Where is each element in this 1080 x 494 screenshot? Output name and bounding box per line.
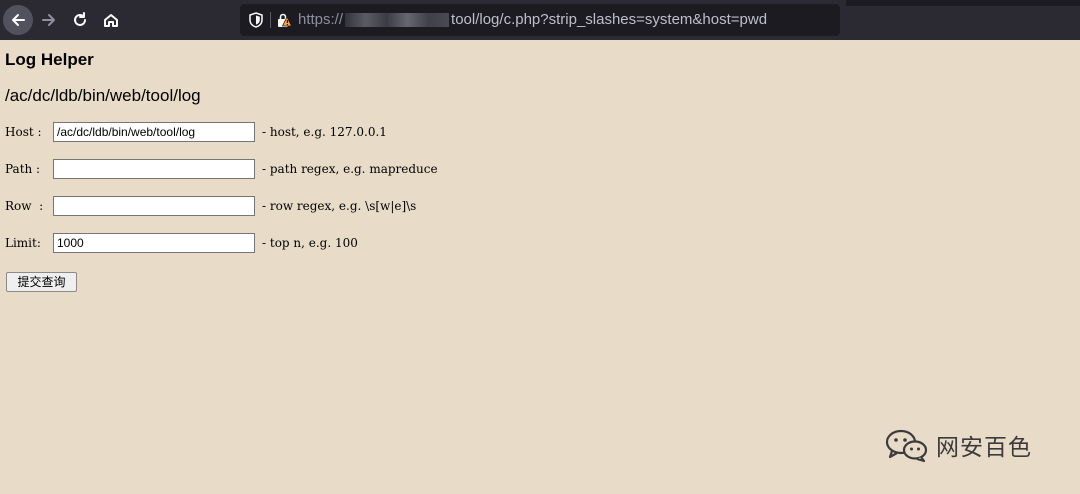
home-icon	[104, 14, 118, 27]
limit-hint: - top n, e.g. 100	[262, 236, 358, 250]
path-label: Path :	[5, 162, 41, 176]
host-input[interactable]	[53, 122, 255, 142]
arrow-right-icon	[42, 14, 55, 26]
url-scheme: https://	[298, 11, 344, 28]
toolbar-overflow-strip	[846, 0, 1080, 6]
address-bar[interactable]: https:// tool/log/c.php?strip_slashes=sys…	[240, 4, 840, 36]
watermark-text: 网安百色	[936, 435, 1032, 461]
wechat-icon	[885, 429, 928, 463]
row-input[interactable]	[53, 196, 255, 216]
arrow-left-icon	[12, 14, 25, 26]
row-label: Row :	[5, 199, 44, 213]
row-hint: - row regex, e.g. \s[w|e]\s	[262, 199, 417, 213]
path-hint: - path regex, e.g. mapreduce	[262, 162, 438, 176]
limit-label: Limit:	[5, 236, 41, 250]
back-button[interactable]	[3, 5, 33, 35]
browser-toolbar: https:// tool/log/c.php?strip_slashes=sys…	[0, 0, 1080, 40]
home-button[interactable]	[96, 5, 126, 35]
limit-input[interactable]	[53, 233, 255, 253]
address-bar-separator	[270, 12, 271, 28]
host-label: Host :	[5, 125, 42, 139]
forward-button[interactable]	[34, 5, 64, 35]
url-path: tool/log/c.php?strip_slashes=system&host…	[451, 11, 768, 28]
page-title: Log Helper	[5, 50, 94, 69]
blurred-host	[345, 13, 450, 28]
url-text[interactable]: https:// tool/log/c.php?strip_slashes=sys…	[298, 11, 767, 28]
path-heading: /ac/dc/ldb/bin/web/tool/log	[5, 86, 201, 105]
reload-button[interactable]	[65, 5, 95, 35]
watermark: 网安百色	[884, 427, 1032, 463]
submit-button[interactable]: 提交查询	[6, 272, 77, 292]
reload-icon	[74, 12, 86, 26]
shield-icon[interactable]	[248, 12, 264, 28]
host-hint: - host, e.g. 127.0.0.1	[262, 125, 387, 139]
insecure-lock-icon[interactable]	[276, 12, 292, 28]
path-input[interactable]	[53, 159, 255, 179]
page-content: Log Helper /ac/dc/ldb/bin/web/tool/log H…	[0, 40, 1080, 494]
